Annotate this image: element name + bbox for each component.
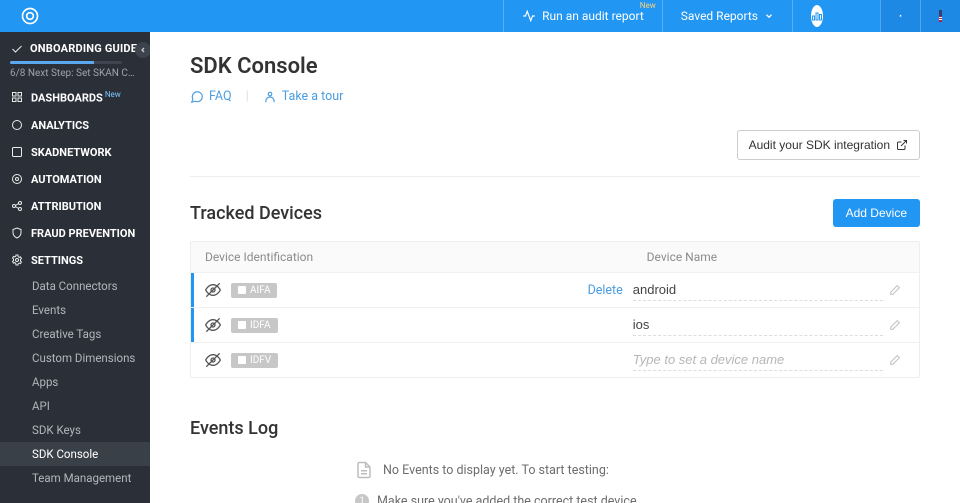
saved-reports-label: Saved Reports	[681, 9, 758, 23]
th-device-id: Device Identification	[205, 250, 647, 264]
logo[interactable]	[0, 6, 60, 26]
tour-icon	[263, 90, 277, 104]
external-link-icon	[896, 139, 908, 151]
delete-link[interactable]: Delete	[588, 283, 623, 298]
new-badge: New	[640, 1, 656, 10]
step-badge-1: 1	[355, 494, 369, 503]
sidebar: ONBOARDING GUIDE 6/8 Next Step: Set SKAN…	[0, 32, 150, 503]
sidebar-item-dashboards[interactable]: DASHBOARDSNew	[0, 83, 150, 112]
automation-icon	[10, 173, 24, 185]
eye-off-icon[interactable]	[205, 317, 221, 333]
gear-icon	[10, 254, 24, 266]
edit-icon[interactable]	[883, 354, 905, 367]
attribution-icon	[10, 200, 24, 212]
analytics-icon	[10, 119, 24, 131]
onboarding-progress	[10, 61, 122, 64]
onboarding-icon	[10, 43, 24, 55]
events-log-title: Events Log	[190, 418, 920, 439]
saved-reports-button[interactable]: Saved Reports	[662, 0, 792, 32]
table-header: Device Identification Device Name	[191, 242, 919, 272]
avatar-icon	[811, 5, 823, 27]
device-id-pill: IDFV	[231, 353, 278, 368]
edit-icon[interactable]	[883, 319, 905, 332]
sidebar-item-analytics[interactable]: ANALYTICS	[0, 112, 150, 139]
pulse-icon	[522, 9, 536, 23]
tracked-devices-title: Tracked Devices	[190, 203, 833, 224]
run-audit-label: Run an audit report	[542, 9, 644, 23]
table-row: AIFA Delete	[191, 272, 919, 307]
sidebar-sub-custom-dimensions[interactable]: Custom Dimensions	[0, 346, 150, 370]
new-badge: New	[105, 90, 121, 99]
main-content: SDK Console FAQ | Take a tour Audit your…	[150, 32, 960, 503]
locale-button[interactable]	[920, 0, 960, 32]
sidebar-item-automation[interactable]: AUTOMATION	[0, 166, 150, 193]
sidebar-sub-api[interactable]: API	[0, 394, 150, 418]
sidebar-sub-team-management[interactable]: Team Management	[0, 466, 150, 490]
sidebar-item-attribution[interactable]: ATTRIBUTION	[0, 193, 150, 220]
th-device-name: Device Name	[647, 250, 905, 264]
faq-icon	[190, 90, 204, 104]
dashboard-icon	[10, 91, 24, 103]
faq-link[interactable]: FAQ	[190, 89, 232, 104]
sidebar-sub-sdk-keys[interactable]: SDK Keys	[0, 418, 150, 442]
skad-icon	[10, 146, 24, 158]
take-tour-link[interactable]: Take a tour	[263, 89, 344, 104]
device-name-input[interactable]	[633, 279, 883, 301]
sidebar-collapse-button[interactable]	[135, 42, 150, 58]
device-name-input[interactable]	[633, 314, 883, 336]
audit-sdk-button[interactable]: Audit your SDK integration	[737, 130, 920, 160]
sidebar-item-fraud[interactable]: FRAUD PREVENTION	[0, 220, 150, 247]
eye-off-icon[interactable]	[205, 282, 221, 298]
sidebar-sub-sdk-console[interactable]: SDK Console	[0, 442, 150, 466]
notifications-button[interactable]	[880, 0, 920, 32]
sidebar-sub-apps[interactable]: Apps	[0, 370, 150, 394]
device-id-pill: AIFA	[231, 283, 277, 298]
sidebar-item-skadnetwork[interactable]: SKADNETWORK	[0, 139, 150, 166]
tracked-devices-table: Device Identification Device Name AIFA D…	[190, 241, 920, 378]
topbar: Run an audit report New Saved Reports	[0, 0, 960, 32]
avatar-button[interactable]	[792, 0, 840, 32]
table-row: IDFV	[191, 342, 919, 377]
flag-us-icon	[939, 10, 942, 22]
onboarding-title: ONBOARDING GUIDE	[30, 42, 137, 55]
page-title: SDK Console	[190, 54, 920, 79]
device-id-pill: IDFA	[231, 318, 278, 333]
run-audit-button[interactable]: Run an audit report New	[503, 0, 662, 32]
document-icon	[355, 459, 373, 481]
sidebar-sub-creative-tags[interactable]: Creative Tags	[0, 322, 150, 346]
shield-icon	[10, 227, 24, 239]
eye-off-icon[interactable]	[205, 352, 221, 368]
device-name-input[interactable]	[633, 349, 883, 371]
sidebar-sub-events[interactable]: Events	[0, 298, 150, 322]
onboarding-step-text: 6/8 Next Step: Set SKAN Conversi…	[10, 68, 140, 79]
sidebar-sub-data-connectors[interactable]: Data Connectors	[0, 274, 150, 298]
sidebar-item-settings[interactable]: SETTINGS	[0, 247, 150, 274]
edit-icon[interactable]	[883, 284, 905, 297]
table-row: IDFA	[191, 307, 919, 342]
sidebar-onboarding-section[interactable]: ONBOARDING GUIDE 6/8 Next Step: Set SKAN…	[0, 32, 150, 83]
chevron-down-icon	[764, 11, 774, 21]
events-empty-state: No Events to display yet. To start testi…	[355, 459, 755, 503]
add-device-button[interactable]: Add Device	[833, 199, 920, 227]
